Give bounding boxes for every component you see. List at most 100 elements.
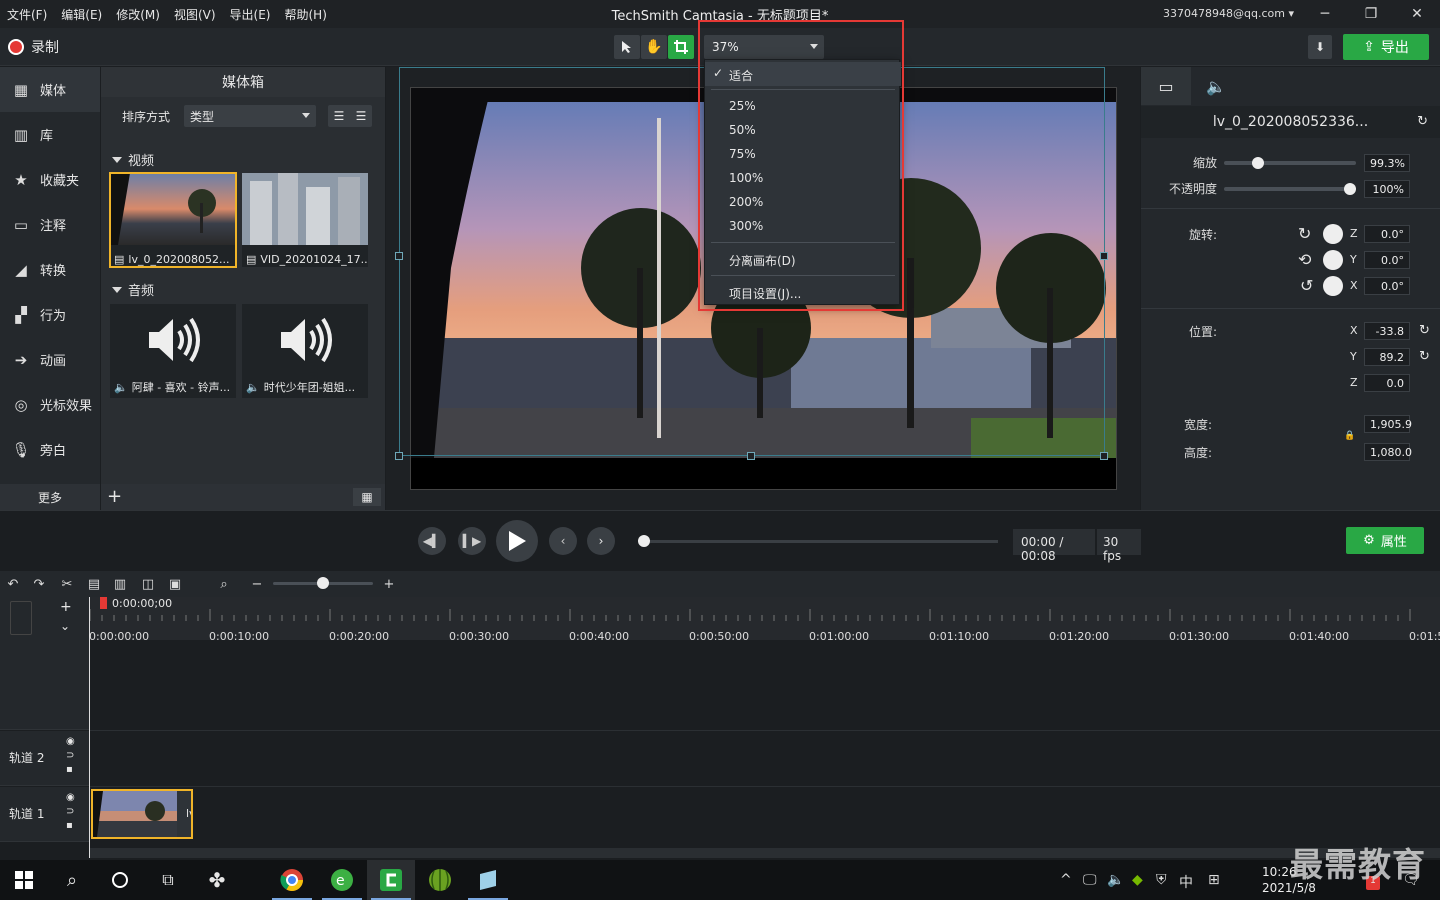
- video-section-toggle[interactable]: 视频: [112, 150, 154, 169]
- zoom-out-icon[interactable]: −: [248, 576, 266, 592]
- sidebar-item-animations[interactable]: ➔ 动画: [0, 337, 100, 382]
- scale-input[interactable]: 99.3%: [1364, 154, 1410, 172]
- split-icon[interactable]: ◫: [139, 576, 157, 592]
- taskbar-app-browser[interactable]: e: [318, 860, 366, 900]
- track-visibility-icon[interactable]: ◉ ⊃ ▪: [66, 735, 75, 777]
- camera-icon[interactable]: ▣: [166, 576, 184, 592]
- next-marker-button[interactable]: ›: [587, 527, 615, 555]
- timeline-ruler[interactable]: 0:00:00;00 0:00:00;00 0:00:10;00 0:00:20;0…: [89, 597, 1440, 643]
- track-visibility-icon[interactable]: ◉ ⊃ ▪: [66, 791, 75, 833]
- download-button[interactable]: ⬇: [1308, 35, 1332, 59]
- menu-help[interactable]: 帮助(H): [277, 6, 333, 23]
- resize-handle[interactable]: [1100, 452, 1108, 460]
- chevron-up-icon[interactable]: ^: [1060, 872, 1072, 888]
- slider-knob[interactable]: [317, 577, 329, 589]
- lock-icon[interactable]: 🔒: [1344, 431, 1355, 441]
- rotation-z-dial[interactable]: [1323, 224, 1343, 244]
- minimize-button[interactable]: ─: [1302, 0, 1348, 28]
- scrubber-knob[interactable]: [638, 535, 650, 547]
- maximize-button[interactable]: ❐: [1348, 0, 1394, 28]
- track-header-2[interactable]: 轨道 2 ◉ ⊃ ▪: [0, 731, 89, 786]
- timeline-zoom-slider[interactable]: [273, 577, 373, 589]
- taskbar-app-notes[interactable]: [464, 860, 512, 900]
- step-back-button[interactable]: ◀▍: [418, 527, 446, 555]
- properties-button[interactable]: ⚙ 属性: [1346, 527, 1424, 554]
- media-item-audio-1[interactable]: 🔈 阿肆 - 喜欢 - 铃声...: [110, 304, 236, 398]
- rotation-x-input[interactable]: 0.0°: [1364, 277, 1410, 295]
- network-icon[interactable]: 🖵: [1083, 872, 1097, 888]
- sidebar-item-narration[interactable]: 🎙 旁白: [0, 427, 100, 472]
- media-item-audio-2[interactable]: 🔈 时代少年团-姐姐...: [242, 304, 368, 398]
- redo-icon[interactable]: ↷: [30, 576, 48, 592]
- slider-knob[interactable]: [1251, 157, 1264, 169]
- rotation-y-dial[interactable]: [1323, 250, 1343, 270]
- sidebar-item-annotations[interactable]: ▭ 注释: [0, 202, 100, 247]
- taskbar-app-melon[interactable]: [416, 860, 464, 900]
- grid-view-icon[interactable]: ▦: [353, 488, 381, 506]
- opacity-input[interactable]: 100%: [1364, 180, 1410, 198]
- keyboard-grid-icon[interactable]: ⊞: [1208, 872, 1220, 888]
- rotation-y-input[interactable]: 0.0°: [1364, 251, 1410, 269]
- add-track-button[interactable]: +: [60, 599, 72, 615]
- select-tool-button[interactable]: [614, 35, 640, 59]
- paste-icon[interactable]: ▥: [111, 576, 129, 592]
- sidebar-item-cursor-effects[interactable]: ◎ 光标效果: [0, 382, 100, 427]
- sort-order-buttons[interactable]: ☰ ☰: [328, 105, 372, 127]
- media-item-video-1[interactable]: ▤ lv_0_202008052...: [109, 172, 237, 268]
- menu-export[interactable]: 导出(E): [223, 6, 278, 23]
- step-forward-button[interactable]: ▍▶: [458, 527, 486, 555]
- resize-handle[interactable]: [395, 252, 403, 260]
- pan-tool-button[interactable]: ✋: [641, 35, 667, 59]
- position-y-input[interactable]: 89.2: [1364, 348, 1410, 366]
- volume-icon[interactable]: 🔈: [1107, 872, 1124, 888]
- resize-handle[interactable]: [1100, 252, 1108, 260]
- previous-marker-button[interactable]: ‹: [549, 527, 577, 555]
- export-button[interactable]: ⇪ 导出: [1343, 34, 1429, 60]
- position-x-input[interactable]: -33.8: [1364, 322, 1410, 340]
- playhead-marker[interactable]: [100, 597, 107, 609]
- taskbar-app-chrome[interactable]: [268, 860, 316, 900]
- nvidia-icon[interactable]: ◆: [1132, 872, 1143, 888]
- zoom-in-icon[interactable]: +: [380, 576, 398, 592]
- close-button[interactable]: ✕: [1394, 0, 1440, 28]
- add-media-button[interactable]: +: [107, 486, 122, 507]
- width-input[interactable]: 1,905.9: [1364, 415, 1412, 433]
- opacity-slider[interactable]: [1224, 183, 1356, 195]
- timeline-clip[interactable]: lv: [91, 789, 193, 839]
- start-button[interactable]: [0, 860, 48, 900]
- magnet-icon[interactable]: [10, 601, 32, 635]
- timeline-scrollbar[interactable]: [90, 848, 1440, 858]
- slider-knob[interactable]: [1344, 183, 1356, 195]
- playback-scrubber[interactable]: [638, 535, 998, 547]
- menu-modify[interactable]: 修改(M): [109, 6, 167, 23]
- menu-file[interactable]: 文件(F): [0, 6, 54, 23]
- more-button[interactable]: 更多: [0, 484, 100, 510]
- tab-audio-properties[interactable]: 🔈: [1191, 67, 1241, 105]
- ime-indicator[interactable]: 中: [1179, 872, 1193, 892]
- resize-handle[interactable]: [395, 452, 403, 460]
- reset-icon[interactable]: ↻: [1419, 349, 1430, 364]
- tab-visual-properties[interactable]: ▭: [1141, 67, 1191, 105]
- cut-icon[interactable]: ✂: [58, 576, 76, 592]
- height-input[interactable]: 1,080.0: [1364, 443, 1412, 461]
- track-header-1[interactable]: 轨道 1 ◉ ⊃ ▪: [0, 787, 89, 842]
- resize-handle[interactable]: [747, 452, 755, 460]
- reset-icon[interactable]: ↻: [1417, 114, 1428, 129]
- collapse-tracks-button[interactable]: ⌄: [60, 619, 70, 633]
- menu-edit[interactable]: 编辑(E): [54, 6, 109, 23]
- copy-icon[interactable]: ▤: [85, 576, 103, 592]
- account-menu[interactable]: 3370478948@qq.com ▾: [1163, 7, 1294, 20]
- sidebar-item-media[interactable]: ▦ 媒体: [0, 67, 100, 112]
- taskbar-app-pinwheel[interactable]: ✤: [193, 860, 241, 900]
- record-button[interactable]: 录制: [8, 37, 59, 57]
- crop-tool-button[interactable]: [668, 35, 694, 59]
- task-view-button[interactable]: ⧉: [144, 860, 192, 900]
- rotation-z-input[interactable]: 0.0°: [1364, 225, 1410, 243]
- sidebar-item-transitions[interactable]: ◢ 转换: [0, 247, 100, 292]
- sidebar-item-library[interactable]: ▥ 库: [0, 112, 100, 157]
- taskbar-app-camtasia[interactable]: [367, 860, 415, 900]
- menu-view[interactable]: 视图(V): [167, 6, 223, 23]
- undo-icon[interactable]: ↶: [4, 576, 22, 592]
- rotation-x-dial[interactable]: [1323, 276, 1343, 296]
- audio-section-toggle[interactable]: 音频: [112, 280, 154, 299]
